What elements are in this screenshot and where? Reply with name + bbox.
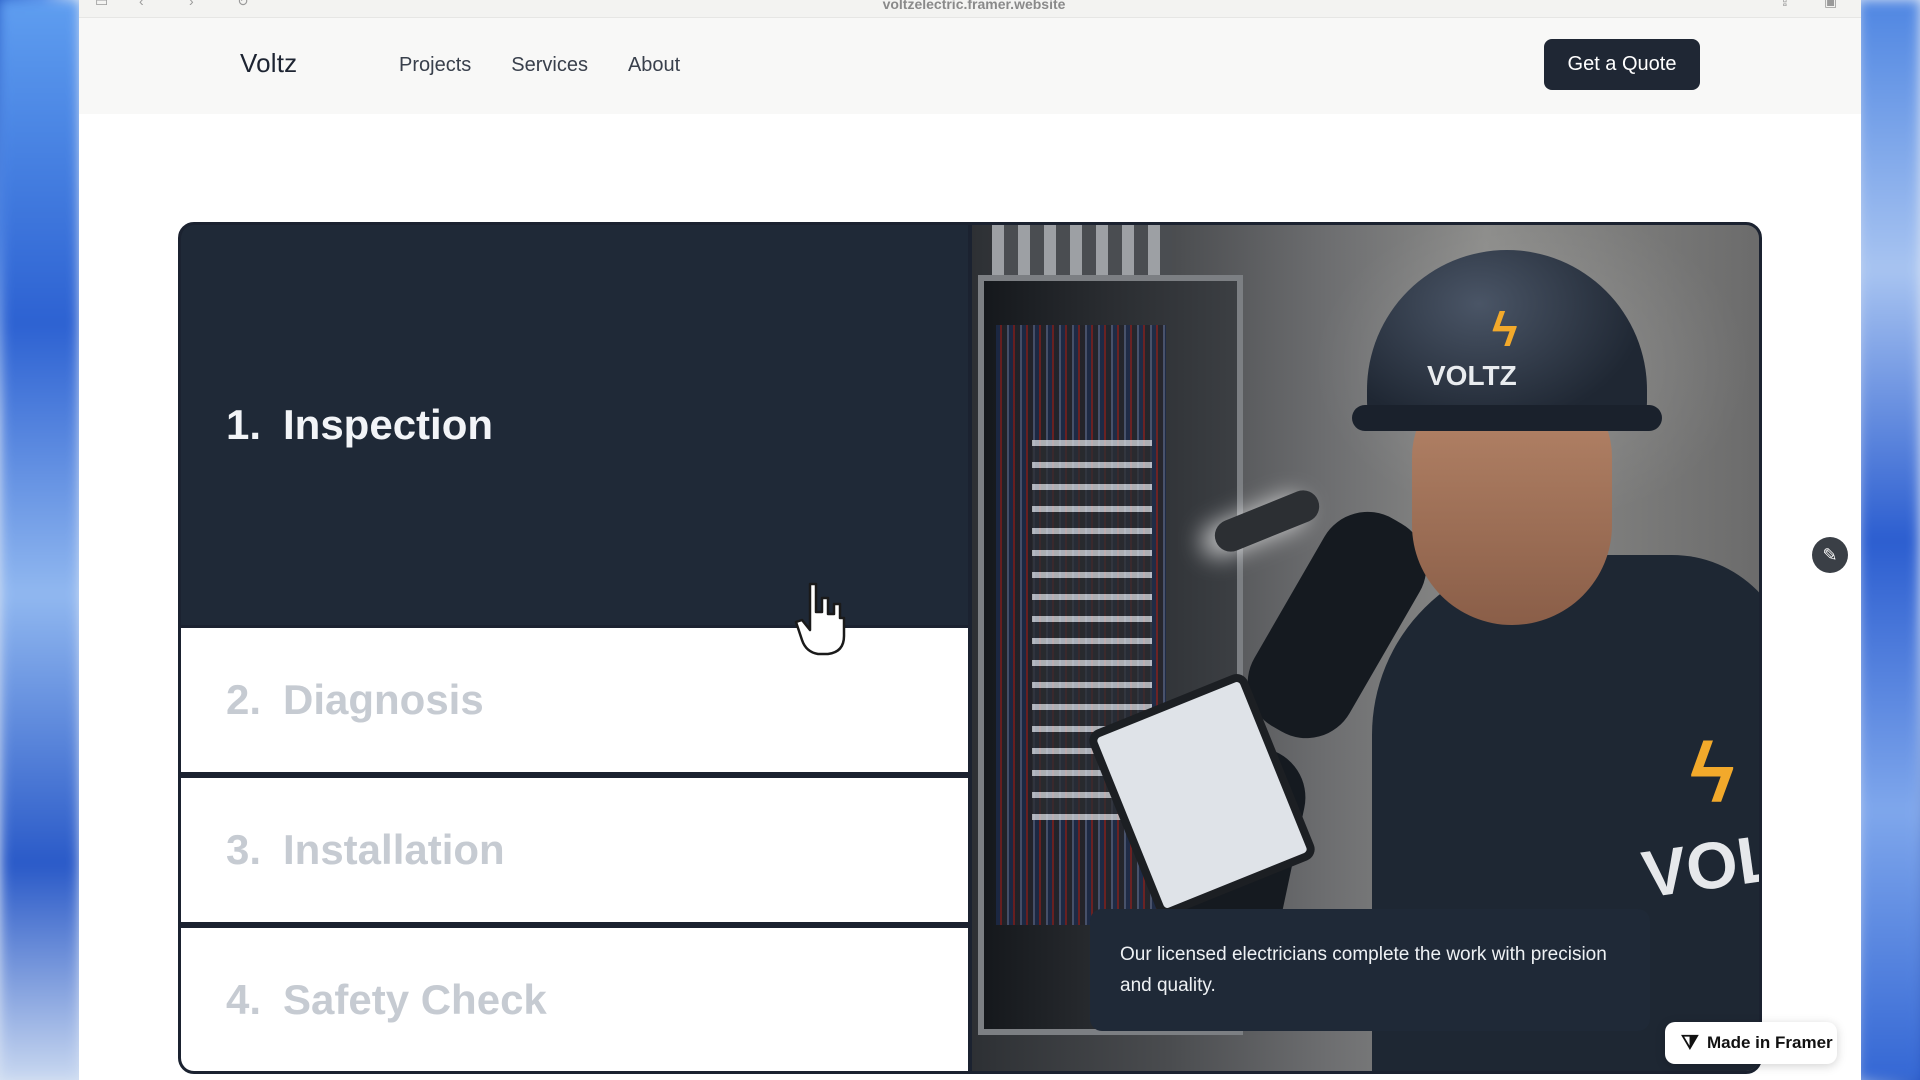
browser-window: ▭ ‹ › ↻ voltzelectric.framer.website ⇪ ▣…	[79, 0, 1861, 1080]
step-label: Diagnosis	[283, 676, 484, 723]
process-steps-card: 1. Inspection 2. Diagnosis 3. Installati…	[178, 222, 1762, 1074]
back-arrow-icon[interactable]: ‹	[139, 0, 157, 8]
electrician-inspection-photo: ϟ VOLTZ ϟ VOLT Our licensed electricians…	[972, 225, 1759, 1071]
desktop-wallpaper-left	[0, 0, 80, 1080]
main-nav: Projects Services About	[399, 54, 680, 77]
step-number: 4.	[226, 976, 262, 1023]
desktop-wallpaper-right	[1858, 0, 1920, 1080]
edit-pencil-icon[interactable]: ✎	[1812, 537, 1848, 573]
step-label: Installation	[283, 826, 505, 873]
nav-link-about[interactable]: About	[628, 54, 680, 77]
step-inspection[interactable]: 1. Inspection	[181, 225, 968, 625]
site-logo[interactable]: Voltz	[240, 48, 297, 79]
sidebar-toggle-icon[interactable]: ▭	[95, 0, 113, 8]
step-label: Safety Check	[283, 976, 547, 1023]
helmet-logo-text: VOLTZ	[1427, 360, 1517, 391]
step-number: 2.	[226, 676, 262, 723]
browser-toolbar: ▭ ‹ › ↻ voltzelectric.framer.website ⇪ ▣	[79, 0, 1861, 18]
step-label: Inspection	[283, 401, 494, 448]
step-description: Our licensed electricians complete the w…	[1090, 909, 1650, 1031]
step-safety-check[interactable]: 4. Safety Check	[181, 928, 968, 1071]
badge-label: Made in Framer	[1707, 1033, 1833, 1052]
forward-arrow-icon[interactable]: ›	[189, 0, 207, 8]
framer-logo-icon: ⧩	[1681, 1032, 1699, 1054]
steps-list: 1. Inspection 2. Diagnosis 3. Installati…	[181, 225, 968, 1071]
share-icon[interactable]: ⇪	[1779, 0, 1797, 8]
nav-link-projects[interactable]: Projects	[399, 54, 471, 77]
address-bar[interactable]: voltzelectric.framer.website	[834, 0, 1114, 12]
step-number: 3.	[226, 826, 262, 873]
lightning-bolt-icon: ϟ	[1690, 726, 1735, 820]
lightning-bolt-icon: ϟ	[1492, 304, 1518, 357]
reload-icon[interactable]: ↻	[237, 0, 255, 8]
step-number: 1.	[226, 401, 262, 448]
made-in-framer-badge[interactable]: ⧩ Made in Framer	[1665, 1022, 1837, 1064]
tabs-overview-icon[interactable]: ▣	[1824, 0, 1842, 8]
hard-hat-brim	[1352, 405, 1662, 431]
step-diagnosis[interactable]: 2. Diagnosis	[181, 628, 968, 772]
step-installation[interactable]: 3. Installation	[181, 778, 968, 922]
get-a-quote-button[interactable]: Get a Quote	[1544, 39, 1700, 90]
nav-link-services[interactable]: Services	[511, 54, 588, 77]
site-header: Voltz Projects Services About Get a Quot…	[79, 18, 1861, 114]
